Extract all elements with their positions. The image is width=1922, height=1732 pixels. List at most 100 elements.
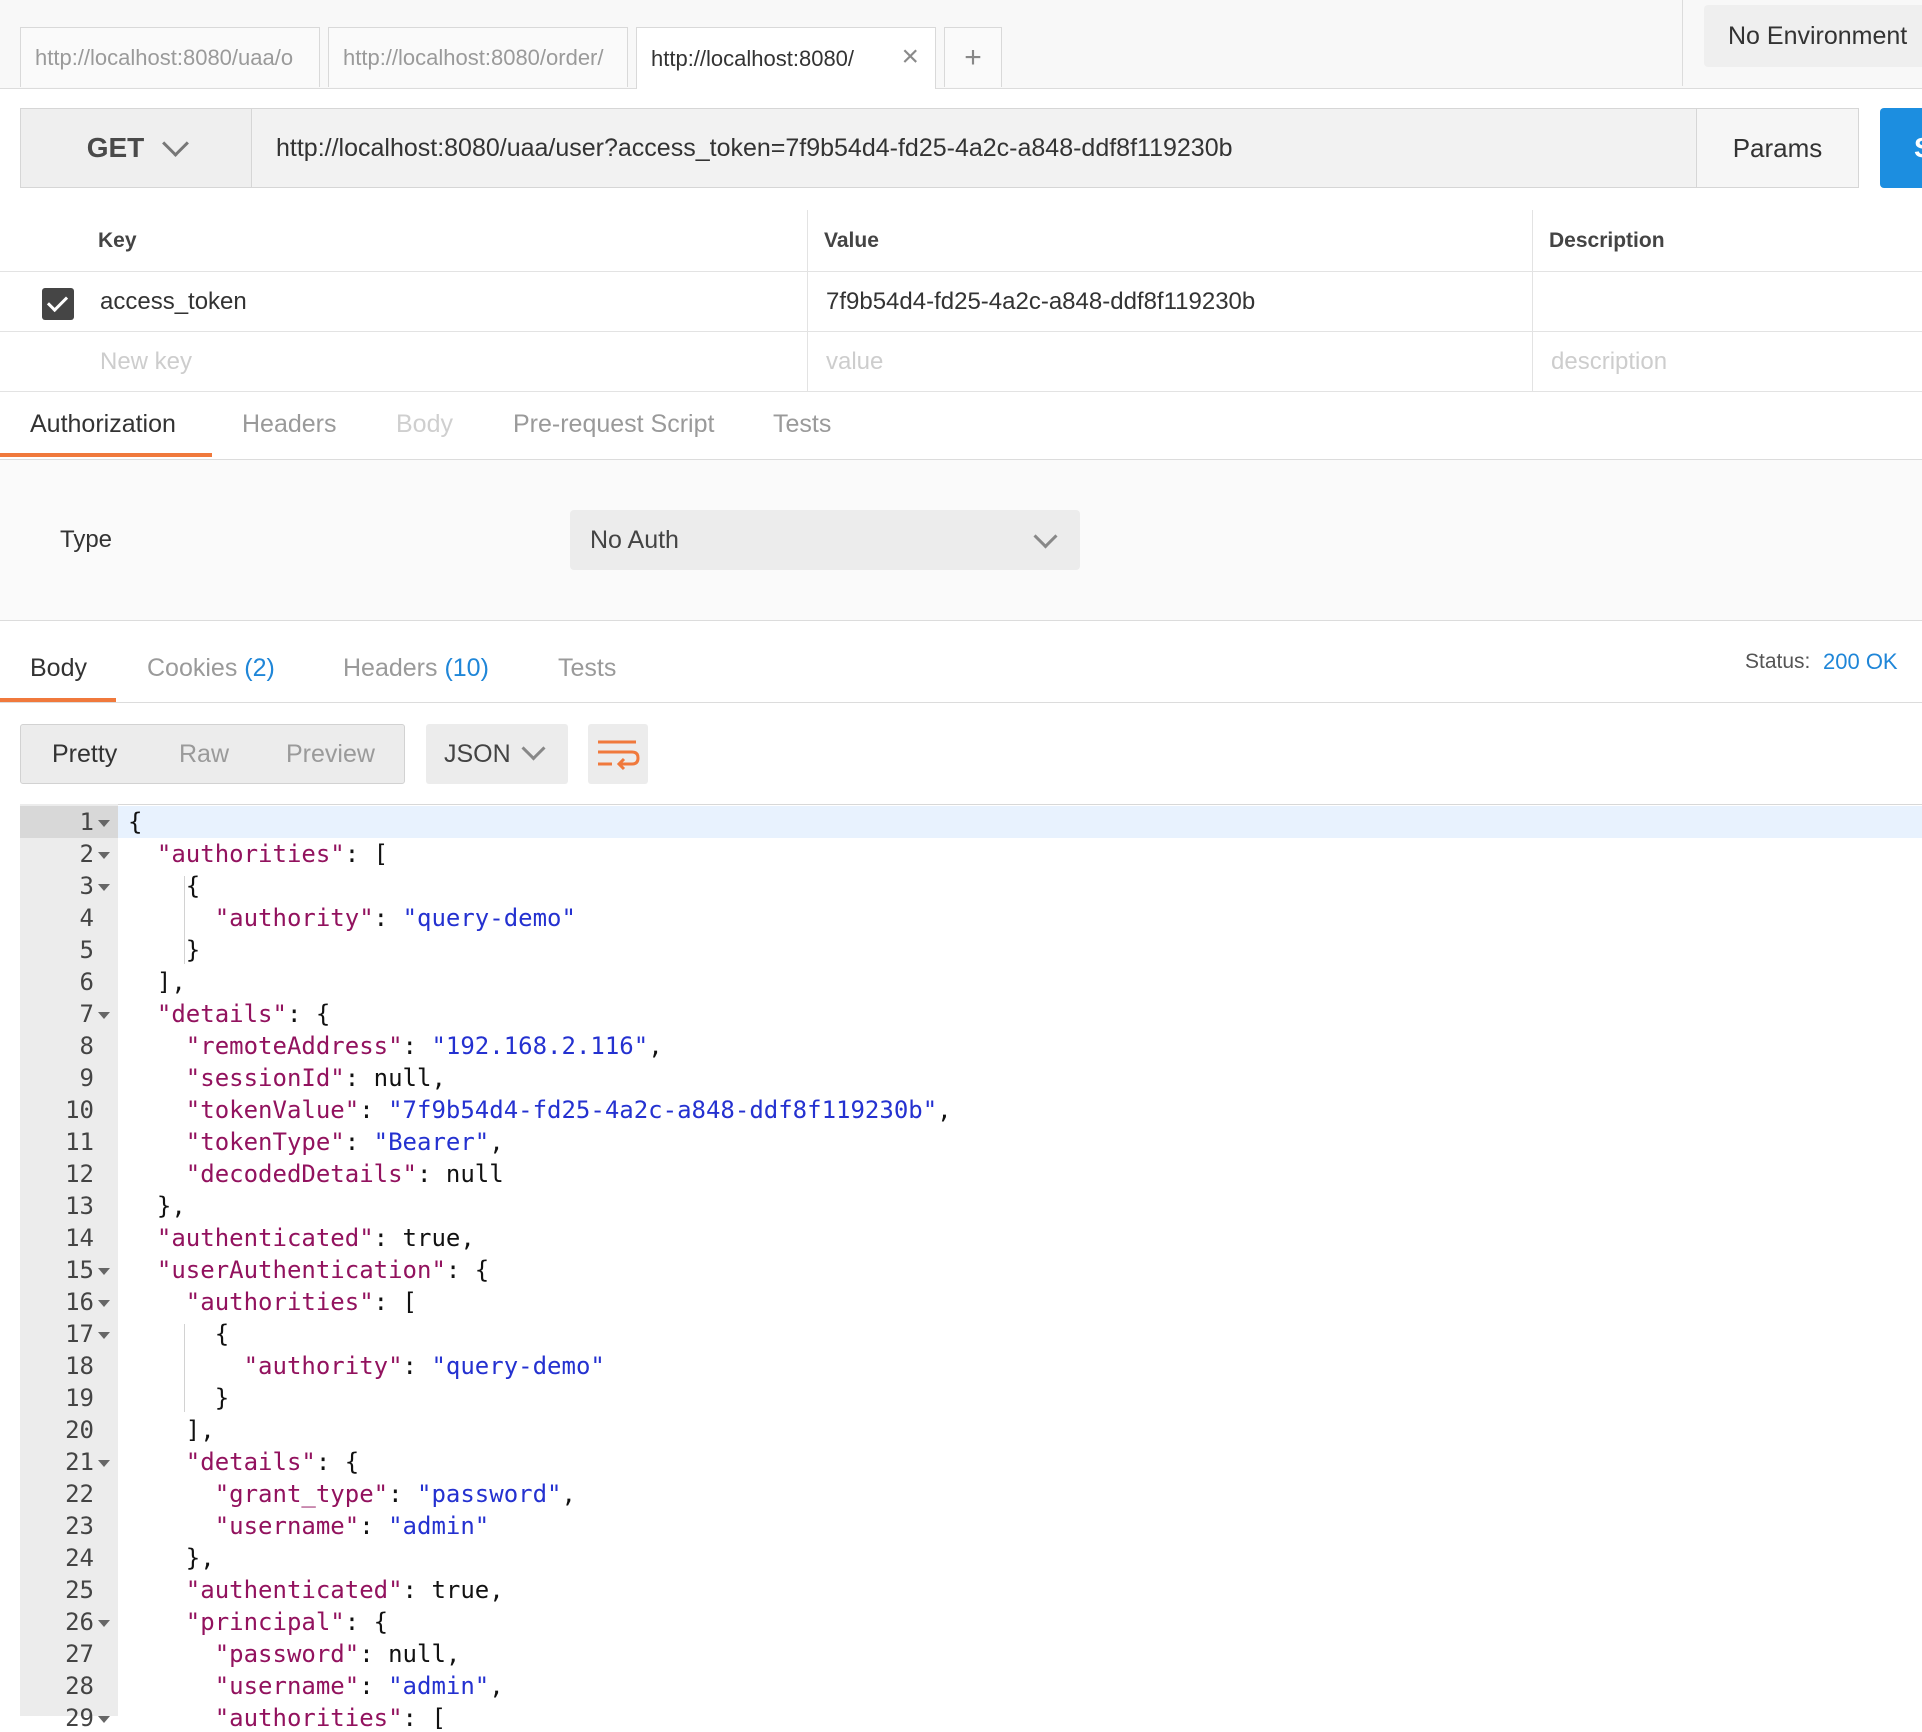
line-number: 19 — [65, 1384, 94, 1412]
new-value-input[interactable]: value — [808, 332, 1533, 392]
tab-cookies-label: Cookies — [147, 654, 238, 682]
auth-type-label: Type — [60, 526, 113, 553]
wrap-lines-icon — [598, 740, 640, 771]
fold-toggle-icon[interactable] — [98, 1268, 110, 1275]
line-number: 14 — [65, 1224, 94, 1252]
request-tab-3-active[interactable]: http://localhost:8080/ × — [636, 27, 936, 89]
line-number: 21 — [65, 1448, 94, 1476]
table-row-check-cell — [0, 332, 82, 392]
line-number: 7 — [79, 1000, 94, 1028]
request-tab-label: http://localhost:8080/uaa/o — [35, 44, 294, 70]
method-select[interactable]: GET — [20, 108, 252, 188]
line-number: 18 — [65, 1352, 94, 1380]
fold-toggle-icon[interactable] — [98, 1620, 110, 1627]
tab-headers-label: Headers — [343, 654, 438, 682]
new-key-input[interactable]: New key — [82, 332, 808, 392]
code-line: "details": { — [156, 1000, 331, 1028]
code-line: "grant_type": "password", — [214, 1480, 576, 1508]
code-line: "authorities": [ — [156, 840, 389, 868]
check-icon — [46, 290, 69, 313]
fold-toggle-icon[interactable] — [98, 1300, 110, 1307]
close-icon[interactable]: × — [901, 42, 919, 72]
column-header-key: Key — [82, 210, 808, 272]
pretty-button[interactable]: Pretty — [52, 740, 117, 769]
fold-toggle-icon[interactable] — [98, 820, 110, 827]
raw-button[interactable]: Raw — [179, 740, 229, 769]
line-number: 28 — [65, 1672, 94, 1700]
line-number: 5 — [79, 936, 94, 964]
line-number: 12 — [65, 1160, 94, 1188]
status-value: 200 OK — [1823, 649, 1898, 674]
line-number: 4 — [79, 904, 94, 932]
code-line: "authority": "query-demo" — [214, 904, 576, 932]
code-line: { — [128, 872, 201, 900]
auth-type-select[interactable]: No Auth — [570, 510, 1080, 570]
cookies-count-badge: (2) — [244, 654, 275, 682]
fold-toggle-icon[interactable] — [98, 1332, 110, 1339]
param-description-cell[interactable] — [1533, 272, 1922, 332]
line-number: 11 — [65, 1128, 94, 1156]
params-button[interactable]: Params — [1696, 108, 1859, 188]
url-input[interactable] — [253, 109, 1695, 187]
fold-toggle-icon[interactable] — [98, 884, 110, 891]
indent-guide — [184, 1324, 185, 1412]
line-number: 10 — [65, 1096, 94, 1124]
fold-toggle-icon[interactable] — [98, 1012, 110, 1019]
tab-cookies[interactable]: Cookies (2) — [147, 654, 275, 683]
code-line: "username": "admin", — [214, 1672, 504, 1700]
tab-tests[interactable]: Tests — [773, 410, 831, 439]
code-line: "userAuthentication": { — [156, 1256, 490, 1284]
line-number: 8 — [79, 1032, 94, 1060]
tab-headers[interactable]: Headers — [242, 410, 337, 439]
request-tab-label: http://localhost:8080/order/ — [343, 44, 604, 70]
line-number: 26 — [65, 1608, 94, 1636]
wrap-lines-button[interactable] — [588, 724, 648, 784]
chevron-down-icon — [162, 129, 190, 157]
line-number: 15 — [65, 1256, 94, 1284]
code-line: "remoteAddress": "192.168.2.116", — [185, 1032, 663, 1060]
code-line: ], — [128, 968, 186, 996]
preview-button[interactable]: Preview — [286, 740, 375, 769]
line-number: 9 — [79, 1064, 94, 1092]
environment-select[interactable]: No Environment — [1704, 5, 1922, 67]
line-number: 27 — [65, 1640, 94, 1668]
fold-toggle-icon[interactable] — [98, 852, 110, 859]
tab-response-body[interactable]: Body — [30, 654, 87, 683]
line-number: 25 — [65, 1576, 94, 1604]
tab-pre-request-script[interactable]: Pre-request Script — [513, 410, 714, 439]
param-value-cell[interactable]: 7f9b54d4-fd25-4a2c-a848-ddf8f119230b — [808, 272, 1533, 332]
code-line: "authenticated": true, — [156, 1224, 475, 1252]
code-line: "tokenValue": "7f9b54d4-fd25-4a2c-a848-d… — [185, 1096, 952, 1124]
column-header-description: Description — [1533, 210, 1922, 272]
code-line: "details": { — [185, 1448, 360, 1476]
line-number: 29 — [65, 1704, 94, 1732]
param-key-cell[interactable]: access_token — [82, 272, 808, 332]
code-line: "decodedDetails": null — [185, 1160, 504, 1188]
format-value: JSON — [444, 739, 511, 768]
fold-toggle-icon[interactable] — [98, 1716, 110, 1723]
tab-body[interactable]: Body — [396, 410, 453, 439]
method-label: GET — [86, 132, 145, 163]
new-description-input[interactable]: description — [1533, 332, 1922, 392]
tab-response-headers[interactable]: Headers (10) — [343, 654, 489, 683]
request-tab-2[interactable]: http://localhost:8080/order/ — [328, 27, 628, 87]
active-tab-indicator — [0, 698, 116, 702]
line-number: 20 — [65, 1416, 94, 1444]
code-line: "authority": "query-demo" — [243, 1352, 605, 1380]
param-enabled-checkbox[interactable] — [42, 288, 74, 320]
code-line: ], — [128, 1416, 215, 1444]
code-line: "authorities": [ — [214, 1704, 446, 1732]
send-button[interactable]: S — [1880, 108, 1922, 188]
environment-label: No Environment — [1728, 21, 1908, 50]
line-number: 23 — [65, 1512, 94, 1540]
tab-response-tests[interactable]: Tests — [558, 654, 616, 683]
fold-toggle-icon[interactable] — [98, 1460, 110, 1467]
headers-count-badge: (10) — [444, 654, 489, 682]
request-tab-1[interactable]: http://localhost:8080/uaa/o — [20, 27, 320, 87]
new-tab-button[interactable]: + — [944, 27, 1002, 87]
code-line: }, — [128, 1192, 186, 1220]
line-number: 13 — [65, 1192, 94, 1220]
line-number: 17 — [65, 1320, 94, 1348]
tab-authorization[interactable]: Authorization — [30, 410, 176, 439]
format-select[interactable]: JSON — [426, 724, 568, 784]
